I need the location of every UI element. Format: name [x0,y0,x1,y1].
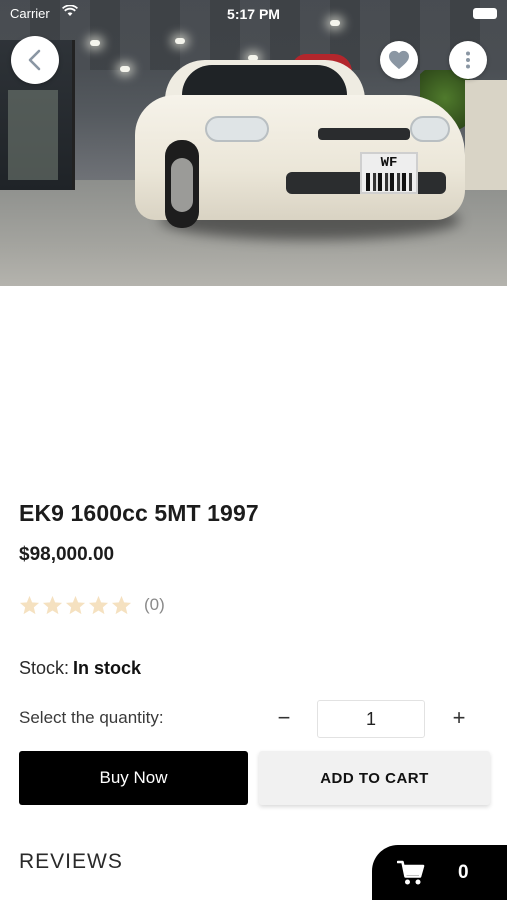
car-headlight [410,116,450,142]
star-icon [19,595,40,615]
quantity-increase-button[interactable]: + [443,702,475,734]
license-plate: WF [360,152,418,194]
product-rating[interactable]: (0) [19,594,165,616]
ceiling-light [90,40,100,46]
heart-icon [389,50,409,70]
shopping-cart-icon [397,860,425,885]
battery-icon [473,8,497,19]
chevron-left-icon [28,49,41,71]
car-wheel [165,140,199,228]
more-options-button[interactable] [449,41,487,79]
stock-value: In stock [73,658,142,678]
back-button[interactable] [11,36,59,84]
product-title: EK9 1600cc 5MT 1997 [19,500,259,526]
cart-button[interactable]: 0 [372,845,507,900]
status-bar: Carrier 5:17 PM [0,0,507,28]
star-icon [65,595,86,615]
stock-label: Stock: [19,658,70,678]
stock-status: Stock: In stock [19,658,141,679]
product-image[interactable]: WF [0,0,507,286]
quantity-decrease-button[interactable]: − [268,702,300,734]
car-headlight [205,116,269,142]
buy-now-button[interactable]: Buy Now [19,751,248,805]
license-plate-text: WF [380,155,398,171]
car-grille [318,128,410,140]
quantity-label: Select the quantity: [19,708,164,727]
cart-count: 0 [458,862,469,883]
more-vertical-icon [466,51,470,69]
ceiling-light [120,66,130,72]
rating-count: (0) [144,595,165,614]
background-shelf [465,80,507,190]
favorite-button[interactable] [380,41,418,79]
star-icon [88,595,109,615]
star-icon [42,595,63,615]
product-price: $98,000.00 [19,544,115,565]
license-plate-pixelation [366,173,412,191]
reviews-heading: REVIEWS [19,850,123,873]
star-icon [111,595,132,615]
status-time: 5:17 PM [227,6,280,22]
ceiling-light [175,38,185,44]
add-to-cart-button[interactable]: ADD TO CART [259,751,490,805]
quantity-input[interactable] [317,700,425,738]
